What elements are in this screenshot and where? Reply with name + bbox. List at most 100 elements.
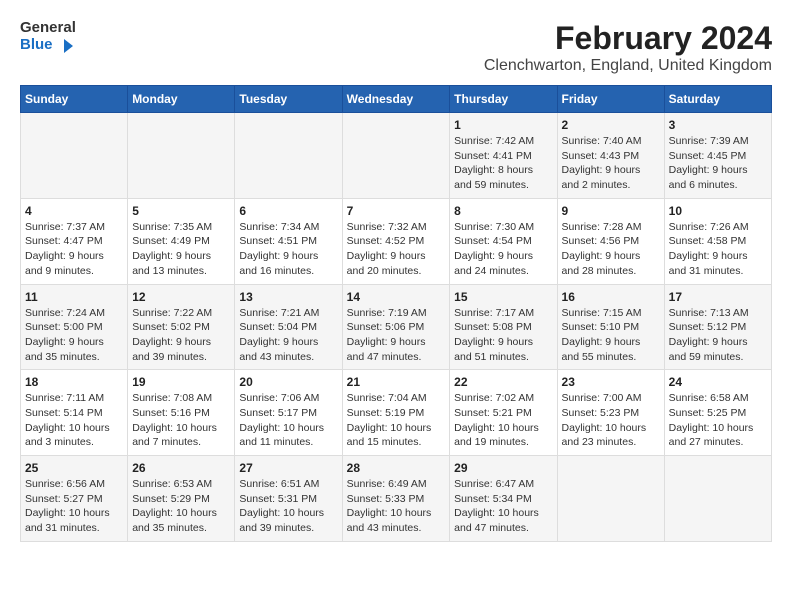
day-info: Sunrise: 6:47 AMSunset: 5:34 PMDaylight:… (454, 477, 552, 536)
day-info: Sunrise: 7:21 AMSunset: 5:04 PMDaylight:… (239, 306, 337, 365)
day-info: Sunrise: 7:02 AMSunset: 5:21 PMDaylight:… (454, 391, 552, 450)
calendar-cell: 4 Sunrise: 7:37 AMSunset: 4:47 PMDaylight… (21, 198, 128, 284)
day-number: 15 (454, 290, 552, 304)
calendar-cell (235, 113, 342, 199)
day-info: Sunrise: 7:26 AMSunset: 4:58 PMDaylight:… (669, 220, 767, 279)
calendar-cell: 21Sunrise: 7:04 AMSunset: 5:19 PMDayligh… (342, 370, 450, 456)
calendar-cell: 20Sunrise: 7:06 AMSunset: 5:17 PMDayligh… (235, 370, 342, 456)
day-number: 22 (454, 375, 552, 389)
day-info: Sunrise: 7:15 AMSunset: 5:10 PMDaylight:… (562, 306, 660, 365)
calendar-cell: 6 Sunrise: 7:34 AMSunset: 4:51 PMDaylight… (235, 198, 342, 284)
day-info: Sunrise: 7:32 AMSunset: 4:52 PMDaylight:… (347, 220, 446, 279)
day-number: 3 (669, 118, 767, 132)
calendar-week-row: 25 Sunrise: 6:56 AMSunset: 5:27 PMDayligh… (21, 456, 772, 542)
logo-flag-icon (55, 37, 73, 55)
calendar-cell: 18 Sunrise: 7:11 AMSunset: 5:14 PMDayligh… (21, 370, 128, 456)
day-info: Sunrise: 7:04 AMSunset: 5:19 PMDaylight:… (347, 391, 446, 450)
day-info: Sunrise: 7:11 AMSunset: 5:14 PMDaylight:… (25, 391, 123, 450)
day-number: 7 (347, 204, 446, 218)
day-info: Sunrise: 7:42 AMSunset: 4:41 PMDaylight:… (454, 134, 552, 193)
day-info: Sunrise: 7:19 AMSunset: 5:06 PMDaylight:… (347, 306, 446, 365)
day-info: Sunrise: 6:58 AMSunset: 5:25 PMDaylight:… (669, 391, 767, 450)
col-tuesday: Tuesday (235, 86, 342, 113)
calendar-cell: 25 Sunrise: 6:56 AMSunset: 5:27 PMDayligh… (21, 456, 128, 542)
day-number: 28 (347, 461, 446, 475)
day-number: 4 (25, 204, 123, 218)
col-sunday: Sunday (21, 86, 128, 113)
day-number: 10 (669, 204, 767, 218)
calendar-cell: 29 Sunrise: 6:47 AMSunset: 5:34 PMDayligh… (450, 456, 557, 542)
day-number: 5 (132, 204, 230, 218)
calendar-cell: 23 Sunrise: 7:00 AMSunset: 5:23 PMDayligh… (557, 370, 664, 456)
calendar-cell (557, 456, 664, 542)
calendar-cell: 11 Sunrise: 7:24 AMSunset: 5:00 PMDayligh… (21, 284, 128, 370)
calendar-cell: 1 Sunrise: 7:42 AMSunset: 4:41 PMDaylight… (450, 113, 557, 199)
day-info: Sunrise: 7:13 AMSunset: 5:12 PMDaylight:… (669, 306, 767, 365)
logo: General Blue (20, 20, 76, 55)
day-info: Sunrise: 6:49 AMSunset: 5:33 PMDaylight:… (347, 477, 446, 536)
calendar-cell: 19 Sunrise: 7:08 AMSunset: 5:16 PMDayligh… (128, 370, 235, 456)
day-number: 25 (25, 461, 123, 475)
calendar-cell: 16 Sunrise: 7:15 AMSunset: 5:10 PMDayligh… (557, 284, 664, 370)
calendar-cell: 3Sunrise: 7:39 AMSunset: 4:45 PMDaylight… (664, 113, 771, 199)
logo-general: General (20, 20, 76, 37)
col-wednesday: Wednesday (342, 86, 450, 113)
calendar-cell: 22 Sunrise: 7:02 AMSunset: 5:21 PMDayligh… (450, 370, 557, 456)
day-info: Sunrise: 7:34 AMSunset: 4:51 PMDaylight:… (239, 220, 337, 279)
day-number: 16 (562, 290, 660, 304)
day-info: Sunrise: 7:08 AMSunset: 5:16 PMDaylight:… (132, 391, 230, 450)
day-number: 23 (562, 375, 660, 389)
calendar-cell: 15 Sunrise: 7:17 AMSunset: 5:08 PMDayligh… (450, 284, 557, 370)
calendar-cell (21, 113, 128, 199)
day-number: 29 (454, 461, 552, 475)
calendar-cell: 17 Sunrise: 7:13 AMSunset: 5:12 PMDayligh… (664, 284, 771, 370)
day-number: 24 (669, 375, 767, 389)
day-number: 11 (25, 290, 123, 304)
calendar-cell: 26Sunrise: 6:53 AMSunset: 5:29 PMDayligh… (128, 456, 235, 542)
calendar-cell: 12 Sunrise: 7:22 AMSunset: 5:02 PMDayligh… (128, 284, 235, 370)
day-info: Sunrise: 7:24 AMSunset: 5:00 PMDaylight:… (25, 306, 123, 365)
calendar-week-row: 1 Sunrise: 7:42 AMSunset: 4:41 PMDaylight… (21, 113, 772, 199)
day-number: 17 (669, 290, 767, 304)
day-number: 18 (25, 375, 123, 389)
calendar-cell: 13Sunrise: 7:21 AMSunset: 5:04 PMDayligh… (235, 284, 342, 370)
calendar-cell: 2Sunrise: 7:40 AMSunset: 4:43 PMDaylight… (557, 113, 664, 199)
day-info: Sunrise: 7:40 AMSunset: 4:43 PMDaylight:… (562, 134, 660, 193)
page-subtitle: Clenchwarton, England, United Kingdom (484, 57, 772, 75)
calendar-cell: 24 Sunrise: 6:58 AMSunset: 5:25 PMDayligh… (664, 370, 771, 456)
calendar-cell (128, 113, 235, 199)
day-number: 12 (132, 290, 230, 304)
col-friday: Friday (557, 86, 664, 113)
day-info: Sunrise: 7:06 AMSunset: 5:17 PMDaylight:… (239, 391, 337, 450)
day-info: Sunrise: 7:28 AMSunset: 4:56 PMDaylight:… (562, 220, 660, 279)
calendar-week-row: 11 Sunrise: 7:24 AMSunset: 5:00 PMDayligh… (21, 284, 772, 370)
day-number: 27 (239, 461, 337, 475)
calendar-cell: 7 Sunrise: 7:32 AMSunset: 4:52 PMDaylight… (342, 198, 450, 284)
day-number: 26 (132, 461, 230, 475)
day-info: Sunrise: 7:00 AMSunset: 5:23 PMDaylight:… (562, 391, 660, 450)
calendar-cell: 14Sunrise: 7:19 AMSunset: 5:06 PMDayligh… (342, 284, 450, 370)
day-number: 6 (239, 204, 337, 218)
calendar-week-row: 18 Sunrise: 7:11 AMSunset: 5:14 PMDayligh… (21, 370, 772, 456)
day-info: Sunrise: 6:56 AMSunset: 5:27 PMDaylight:… (25, 477, 123, 536)
calendar-cell: 5 Sunrise: 7:35 AMSunset: 4:49 PMDaylight… (128, 198, 235, 284)
day-info: Sunrise: 7:37 AMSunset: 4:47 PMDaylight:… (25, 220, 123, 279)
col-thursday: Thursday (450, 86, 557, 113)
logo-text-block: General Blue (20, 20, 76, 55)
calendar-cell: 27 Sunrise: 6:51 AMSunset: 5:31 PMDayligh… (235, 456, 342, 542)
col-monday: Monday (128, 86, 235, 113)
day-number: 9 (562, 204, 660, 218)
day-info: Sunrise: 7:35 AMSunset: 4:49 PMDaylight:… (132, 220, 230, 279)
day-number: 19 (132, 375, 230, 389)
header: General Blue February 2024 Clenchwarton,… (20, 20, 772, 75)
calendar-cell: 8Sunrise: 7:30 AMSunset: 4:54 PMDaylight… (450, 198, 557, 284)
day-info: Sunrise: 6:51 AMSunset: 5:31 PMDaylight:… (239, 477, 337, 536)
logo-blue: Blue (20, 37, 73, 55)
calendar-cell (664, 456, 771, 542)
day-number: 1 (454, 118, 552, 132)
calendar-cell (342, 113, 450, 199)
day-info: Sunrise: 7:22 AMSunset: 5:02 PMDaylight:… (132, 306, 230, 365)
day-info: Sunrise: 7:17 AMSunset: 5:08 PMDaylight:… (454, 306, 552, 365)
calendar-cell: 10 Sunrise: 7:26 AMSunset: 4:58 PMDayligh… (664, 198, 771, 284)
title-area: February 2024 Clenchwarton, England, Uni… (484, 20, 772, 75)
